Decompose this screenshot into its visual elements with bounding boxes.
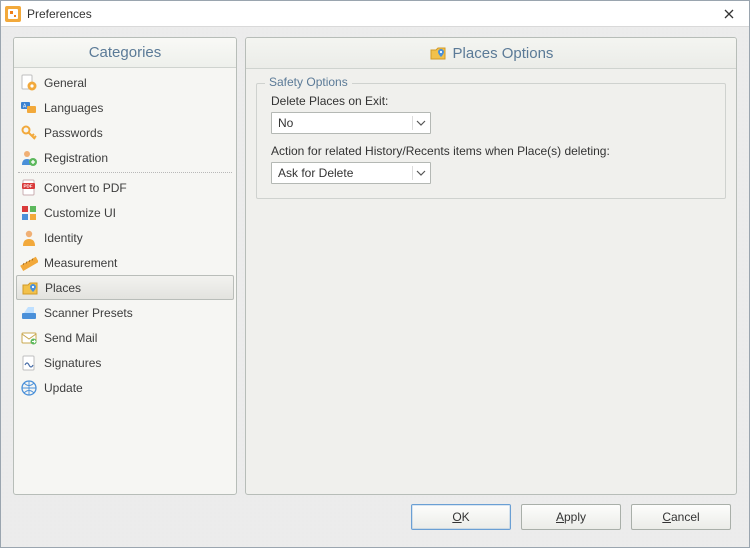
- pdf-icon: PDF: [20, 179, 38, 197]
- gear-doc-icon: [20, 74, 38, 92]
- chevron-down-icon: [412, 166, 426, 180]
- sidebar-item-label: Convert to PDF: [44, 181, 127, 195]
- sidebar-item-label: Scanner Presets: [44, 306, 133, 320]
- delete-on-exit-row: Delete Places on Exit: No: [271, 94, 711, 134]
- sidebar-item-signatures[interactable]: Signatures: [14, 350, 236, 375]
- sidebar-item-label: Passwords: [44, 126, 103, 140]
- sidebar-item-label: Registration: [44, 151, 108, 165]
- sidebar-item-measurement[interactable]: Measurement: [14, 250, 236, 275]
- signature-icon: [20, 354, 38, 372]
- dialog-body: Categories General A Languages: [1, 27, 749, 547]
- categories-header: Categories: [14, 38, 236, 68]
- sidebar-item-places[interactable]: Places: [16, 275, 234, 300]
- svg-text:PDF: PDF: [24, 183, 33, 188]
- sidebar-item-label: Customize UI: [44, 206, 116, 220]
- sidebar-item-label: General: [44, 76, 87, 90]
- sidebar-item-registration[interactable]: Registration: [14, 145, 236, 170]
- places-icon: [429, 44, 447, 62]
- sidebar-item-label: Languages: [44, 101, 103, 115]
- squares-icon: [20, 204, 38, 222]
- sidebar-item-languages[interactable]: A Languages: [14, 95, 236, 120]
- action-related-select[interactable]: Ask for Delete: [271, 162, 431, 184]
- close-button[interactable]: [709, 1, 749, 27]
- user-add-icon: [20, 149, 38, 167]
- sidebar-item-convert-pdf[interactable]: PDF Convert to PDF: [14, 175, 236, 200]
- button-label: OK: [452, 510, 469, 524]
- panels-row: Categories General A Languages: [13, 37, 737, 495]
- scanner-icon: [20, 304, 38, 322]
- sidebar-item-send-mail[interactable]: Send Mail: [14, 325, 236, 350]
- apply-button[interactable]: Apply: [521, 504, 621, 530]
- options-header-text: Places Options: [453, 45, 554, 62]
- dialog-button-bar: OK Apply Cancel: [13, 495, 737, 539]
- identity-icon: [20, 229, 38, 247]
- sidebar-item-label: Signatures: [44, 356, 101, 370]
- sidebar-item-label: Identity: [44, 231, 83, 245]
- cancel-button[interactable]: Cancel: [631, 504, 731, 530]
- mail-icon: [20, 329, 38, 347]
- select-value: No: [278, 116, 293, 130]
- sidebar-item-label: Send Mail: [44, 331, 97, 345]
- options-header: Places Options: [246, 38, 736, 69]
- sidebar-item-scanner-presets[interactable]: Scanner Presets: [14, 300, 236, 325]
- fieldset-legend: Safety Options: [265, 75, 352, 89]
- safety-options-fieldset: Safety Options Delete Places on Exit: No: [256, 83, 726, 199]
- sidebar-item-passwords[interactable]: Passwords: [14, 120, 236, 145]
- categories-panel: Categories General A Languages: [13, 37, 237, 495]
- category-divider: [18, 172, 232, 173]
- select-value: Ask for Delete: [278, 166, 353, 180]
- delete-on-exit-select[interactable]: No: [271, 112, 431, 134]
- sidebar-item-general[interactable]: General: [14, 70, 236, 95]
- options-panel: Places Options Safety Options Delete Pla…: [245, 37, 737, 495]
- sidebar-item-label: Places: [45, 281, 81, 295]
- app-icon: [5, 6, 21, 22]
- delete-on-exit-label: Delete Places on Exit:: [271, 94, 711, 108]
- button-label: Apply: [556, 510, 586, 524]
- ruler-icon: [20, 254, 38, 272]
- sidebar-item-label: Measurement: [44, 256, 117, 270]
- key-icon: [20, 124, 38, 142]
- sidebar-item-label: Update: [44, 381, 83, 395]
- button-label: Cancel: [662, 510, 699, 524]
- window-title: Preferences: [27, 7, 92, 21]
- sidebar-item-update[interactable]: Update: [14, 375, 236, 400]
- chevron-down-icon: [412, 116, 426, 130]
- options-body: Safety Options Delete Places on Exit: No: [246, 69, 736, 209]
- sidebar-item-customize-ui[interactable]: Customize UI: [14, 200, 236, 225]
- titlebar: Preferences: [1, 1, 749, 27]
- globe-icon: [20, 379, 38, 397]
- action-related-row: Action for related History/Recents items…: [271, 144, 711, 184]
- preferences-window: Preferences Categories General: [0, 0, 750, 548]
- languages-icon: A: [20, 99, 38, 117]
- category-list: General A Languages Passwords: [14, 68, 236, 402]
- places-icon: [21, 279, 39, 297]
- action-related-label: Action for related History/Recents items…: [271, 144, 711, 158]
- sidebar-item-identity[interactable]: Identity: [14, 225, 236, 250]
- ok-button[interactable]: OK: [411, 504, 511, 530]
